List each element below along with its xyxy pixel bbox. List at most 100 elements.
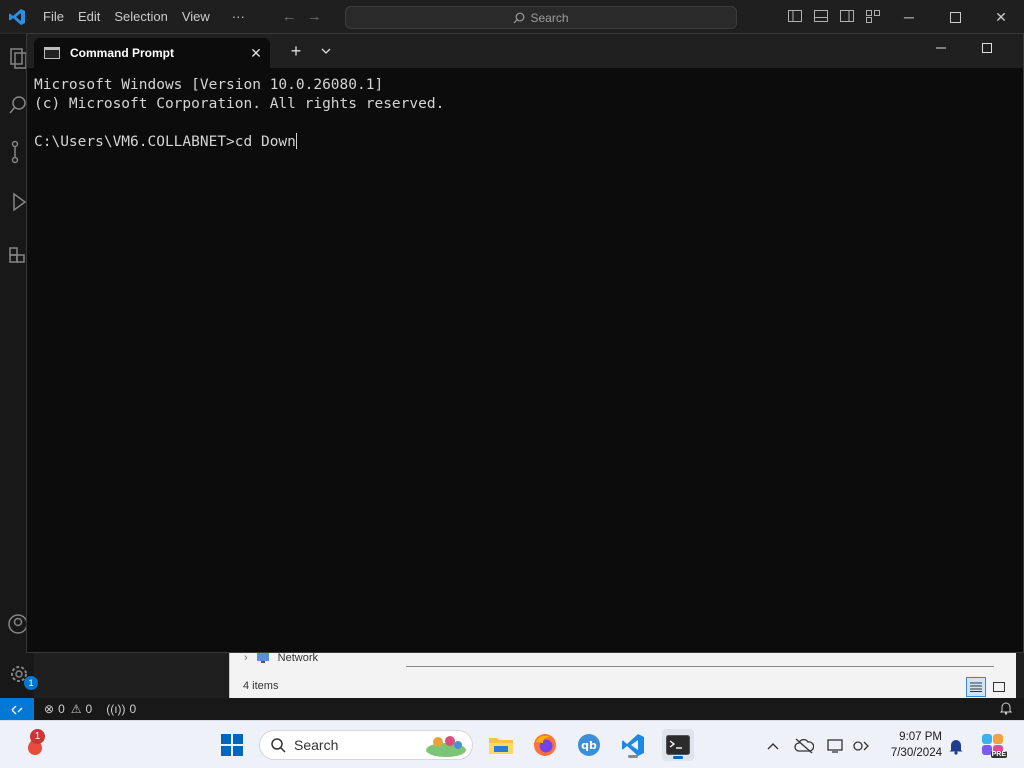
- broadcast-icon: ((ı)): [106, 702, 126, 716]
- settings-badge: 1: [24, 676, 38, 690]
- item-count: 4 items: [243, 680, 279, 692]
- remote-indicator[interactable]: [0, 698, 34, 720]
- file-explorer-taskbar-button[interactable]: [486, 730, 516, 760]
- network-sound-icon: [853, 741, 869, 751]
- error-count: 0: [58, 702, 65, 716]
- cmd-icon: [44, 47, 60, 59]
- firefox-taskbar-button[interactable]: [530, 730, 560, 760]
- notifications-tray[interactable]: [945, 735, 967, 757]
- back-arrow-icon[interactable]: ←: [282, 8, 297, 25]
- explorer-icon[interactable]: [8, 46, 28, 70]
- network-sound-tray[interactable]: [851, 735, 873, 757]
- details-view-icon: [970, 682, 982, 692]
- pre-badge: PRE: [990, 751, 1007, 758]
- clock-time: 9:07 PM: [899, 731, 942, 743]
- terminal-command-input[interactable]: C:\Users\VM6.COLLABNET>cd Down: [34, 134, 296, 150]
- show-hidden-icons-button[interactable]: [762, 735, 784, 757]
- menu-selection[interactable]: Selection: [107, 0, 174, 34]
- status-bar: ⊗ 0 ⚠ 0 ((ı)) 0: [0, 698, 1024, 720]
- firefox-icon: [534, 734, 556, 756]
- terminal-output[interactable]: Microsoft Windows [Version 10.0.26080.1]…: [27, 68, 1023, 160]
- menu-edit[interactable]: Edit: [71, 0, 107, 34]
- tiles-view-icon: [993, 682, 1005, 692]
- taskbar: 1 Search qb 9:07 PM 7/30/2024 PRE: [0, 720, 1024, 768]
- tab-command-prompt[interactable]: Command Prompt ✕: [34, 38, 270, 68]
- clock[interactable]: 9:07 PM 7/30/2024: [880, 729, 942, 761]
- cloud-offline-icon: [794, 738, 814, 754]
- run-debug-icon[interactable]: [8, 190, 28, 214]
- customize-layout-icon[interactable]: [865, 8, 881, 24]
- command-center-search[interactable]: Search: [345, 6, 737, 29]
- vscode-taskbar-button[interactable]: [618, 730, 648, 760]
- profile-dropdown-button[interactable]: [315, 40, 337, 62]
- display-tray[interactable]: [825, 735, 847, 757]
- vscode-window-controls: ─ ✕: [886, 0, 1024, 34]
- maximize-icon: [982, 43, 992, 53]
- display-icon: [827, 739, 843, 753]
- error-icon: ⊗: [44, 702, 55, 716]
- menu-view[interactable]: View: [175, 0, 217, 34]
- vscode-icon: [622, 734, 644, 756]
- forward-arrow-icon[interactable]: →: [307, 8, 322, 25]
- search-highlight-icon: [426, 736, 466, 757]
- search-placeholder: Search: [530, 10, 569, 25]
- close-tab-icon[interactable]: ✕: [242, 45, 270, 62]
- folder-icon: [489, 738, 513, 754]
- menu-file[interactable]: File: [36, 0, 71, 34]
- terminal-maximize-button[interactable]: [971, 34, 1003, 62]
- terminal-line: Microsoft Windows [Version 10.0.26080.1]: [34, 77, 384, 93]
- layout-controls: [787, 8, 881, 24]
- tiles-view-button[interactable]: [989, 677, 1009, 697]
- tab-title: Command Prompt: [70, 46, 175, 60]
- chevron-up-icon: [767, 743, 779, 750]
- remote-icon: [11, 705, 23, 715]
- onedrive-tray[interactable]: [793, 735, 815, 757]
- command-prompt-window: Command Prompt ✕ + Microsoft Windows [Ve…: [26, 33, 1024, 653]
- accounts-icon[interactable]: [8, 612, 28, 636]
- notifications-bell-icon[interactable]: [1000, 701, 1012, 715]
- menu-bar: File Edit Selection View ···: [34, 0, 252, 34]
- network-icon: [256, 653, 269, 663]
- new-tab-button[interactable]: +: [285, 40, 307, 62]
- running-indicator: [628, 755, 638, 758]
- scrollbar-track[interactable]: [406, 666, 994, 667]
- chevron-right-icon: ›: [244, 652, 248, 664]
- search-view-icon[interactable]: [8, 94, 28, 118]
- details-view-button[interactable]: [966, 677, 986, 697]
- nav-buttons: ← →: [282, 8, 322, 25]
- network-tree-item[interactable]: › Network: [244, 652, 318, 664]
- windows-logo-icon: [221, 734, 243, 756]
- copilot-tray[interactable]: PRE: [980, 732, 1007, 758]
- ports-indicator[interactable]: ((ı)) 0: [106, 702, 136, 716]
- problems-indicator[interactable]: ⊗ 0 ⚠ 0: [44, 702, 92, 716]
- notification-badge: 1: [30, 729, 45, 744]
- terminal-minimize-button[interactable]: [925, 34, 957, 62]
- taskbar-search-box[interactable]: Search: [259, 730, 473, 760]
- start-button[interactable]: [217, 730, 247, 760]
- minimize-icon: [936, 47, 946, 49]
- terminal-icon: [666, 735, 690, 755]
- terminal-taskbar-button[interactable]: [662, 729, 694, 761]
- svg-text:qb: qb: [581, 739, 597, 752]
- toggle-secondary-sidebar-icon[interactable]: [839, 8, 855, 24]
- ports-count: 0: [129, 702, 137, 716]
- vscode-maximize-icon[interactable]: [932, 0, 978, 34]
- source-control-icon[interactable]: [8, 140, 28, 164]
- terminal-prompt-line[interactable]: C:\Users\VM6.COLLABNET>cd Down: [34, 133, 1016, 152]
- running-indicator: [673, 756, 683, 759]
- terminal-line: (c) Microsoft Corporation. All rights re…: [34, 96, 445, 112]
- file-explorer-window: › Network 4 items: [229, 652, 1016, 698]
- chevron-down-icon: [321, 48, 331, 54]
- terminal-tab-bar: Command Prompt ✕ +: [27, 34, 1023, 68]
- extensions-icon[interactable]: [8, 240, 28, 264]
- vscode-minimize-icon[interactable]: ─: [886, 0, 932, 34]
- warning-icon: ⚠: [70, 702, 82, 716]
- vscode-close-icon[interactable]: ✕: [978, 0, 1024, 34]
- toggle-primary-sidebar-icon[interactable]: [787, 8, 803, 24]
- search-label: Search: [294, 737, 339, 753]
- toggle-panel-icon[interactable]: [813, 8, 829, 24]
- plus-icon: +: [290, 40, 302, 61]
- menu-more[interactable]: ···: [225, 0, 252, 34]
- qbittorrent-taskbar-button[interactable]: qb: [574, 730, 604, 760]
